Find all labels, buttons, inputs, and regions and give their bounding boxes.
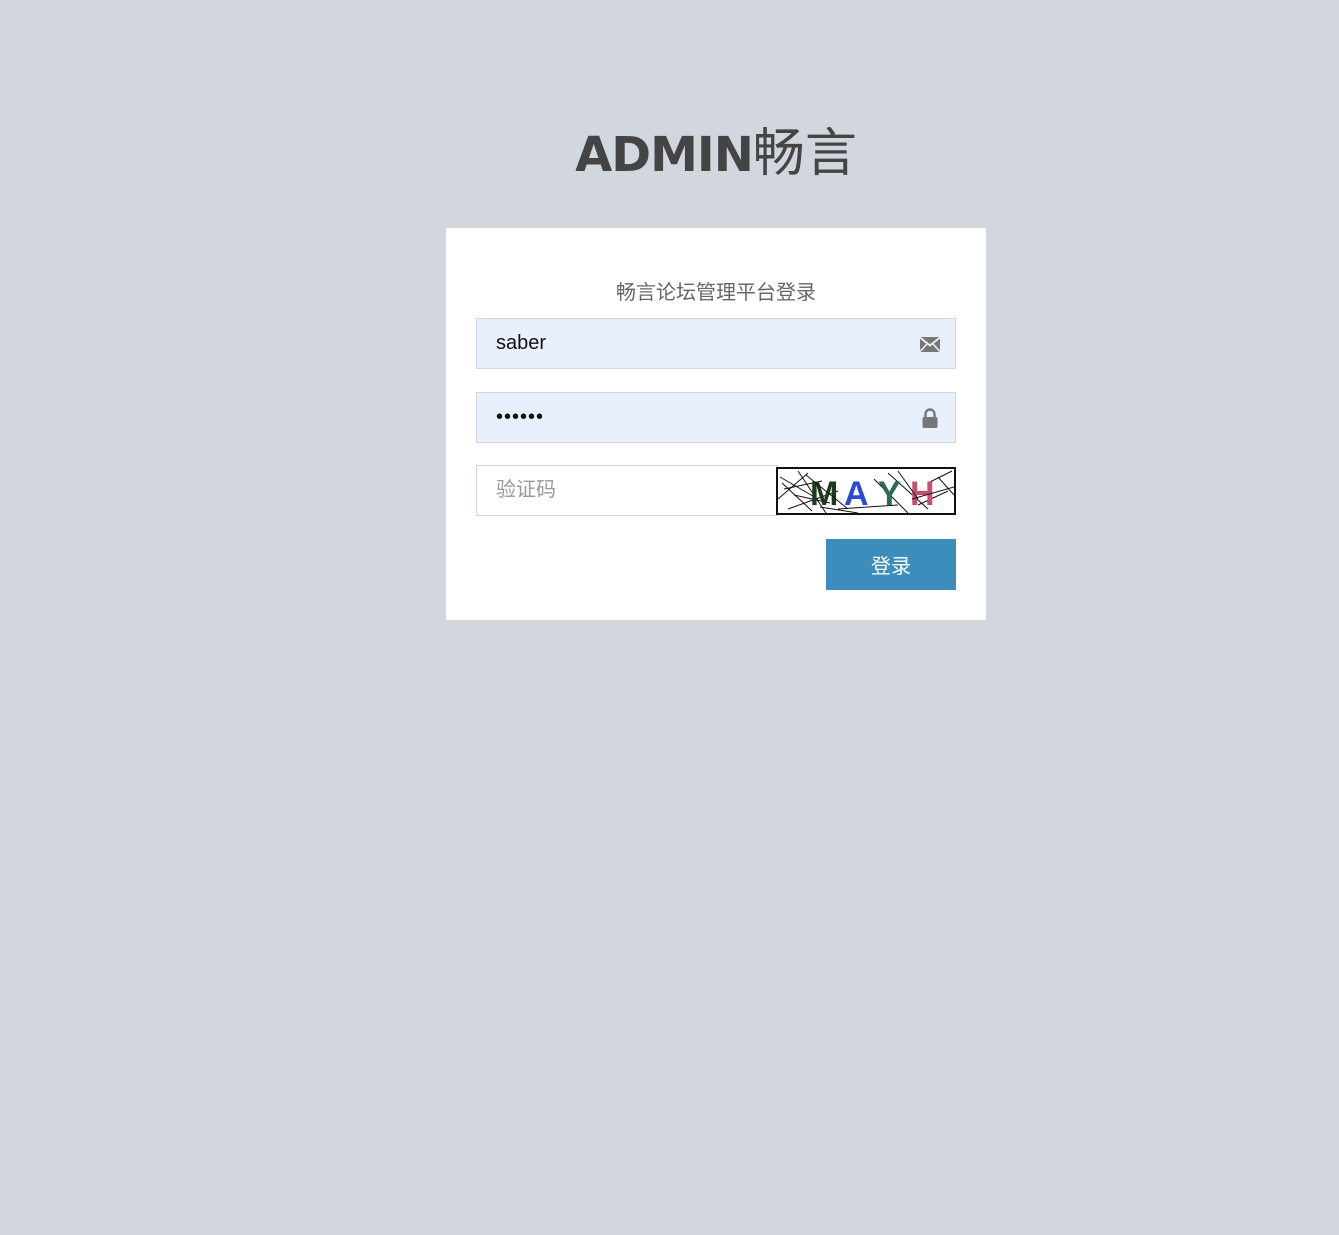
password-field-group	[476, 392, 956, 443]
logo-light-text: 畅言	[752, 124, 857, 184]
captcha-field-group	[476, 465, 778, 516]
captcha-image[interactable]: M A Y H	[776, 467, 956, 515]
login-box-message: 畅言论坛管理平台登录	[616, 280, 816, 304]
captcha-char: M	[810, 475, 838, 513]
email-field-group	[476, 318, 956, 369]
envelope-icon	[919, 333, 941, 355]
password-input[interactable]	[477, 393, 955, 442]
logo-bold-text: ADMIN	[575, 127, 754, 183]
captcha-char: A	[844, 475, 869, 513]
email-input[interactable]	[477, 319, 955, 368]
login-box: 畅言论坛管理平台登录 saber •••••• 验证码 M A Y H 登录	[446, 228, 986, 620]
captcha-char: Y	[878, 475, 901, 513]
login-button[interactable]: 登录	[826, 539, 956, 590]
captcha-input[interactable]	[477, 466, 777, 515]
logo: ADMIN畅言	[446, 118, 986, 190]
lock-icon	[919, 407, 941, 429]
